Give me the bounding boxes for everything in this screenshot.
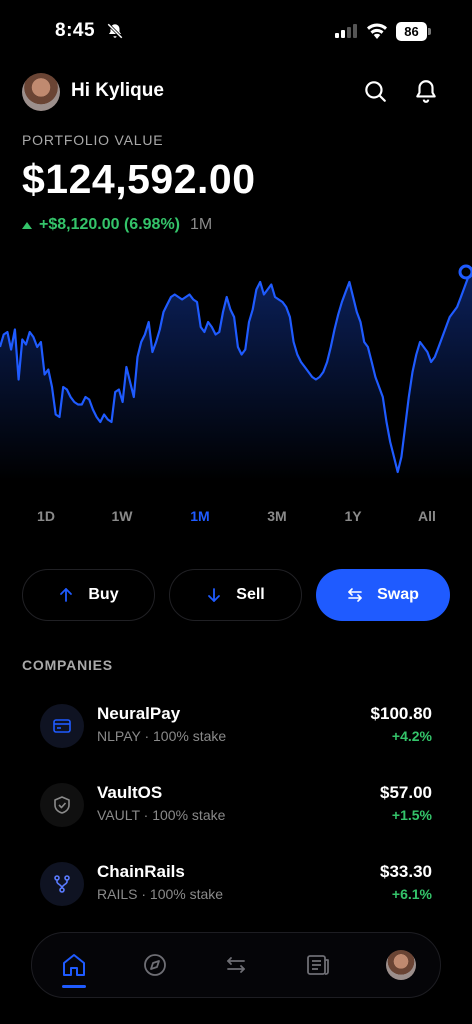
company-change: +6.1% — [391, 886, 432, 902]
company-price: $100.80 — [370, 704, 432, 723]
battery-icon: 86 — [396, 22, 432, 41]
range-tab-1w[interactable]: 1W — [112, 508, 133, 524]
chart-current-point — [458, 264, 472, 280]
portfolio-value: $124,592.00 — [22, 156, 256, 202]
home-icon — [63, 954, 85, 976]
portfolio-change: +$8,120.00 (6.98%) 1M — [22, 216, 212, 234]
sell-label: Sell — [236, 586, 265, 603]
company-row[interactable]: ChainRails RAILS · 100% stake $33.30 +6.… — [22, 858, 450, 918]
sell-button[interactable]: Sell — [169, 569, 302, 621]
swap-arrows-icon — [227, 957, 245, 973]
swap-button[interactable]: Swap — [316, 569, 450, 621]
company-change: +4.2% — [391, 728, 432, 744]
company-icon — [40, 704, 84, 748]
swap-arrows-icon — [348, 588, 362, 602]
nav-explore[interactable] — [141, 951, 169, 979]
avatar[interactable] — [22, 73, 60, 111]
company-ticker: NLPAY · 100% stake — [97, 728, 227, 744]
git-fork-icon — [54, 875, 70, 893]
company-ticker: VAULT · 100% stake — [97, 807, 226, 823]
buy-label: Buy — [88, 586, 119, 603]
greeting: Hi Kylique — [71, 80, 164, 101]
companies-heading: COMPANIES — [22, 657, 113, 673]
portfolio-period: 1M — [190, 216, 213, 233]
action-buttons: Buy Sell Swap — [22, 569, 450, 621]
range-tab-1d[interactable]: 1D — [37, 508, 55, 524]
search-icon[interactable] — [362, 78, 388, 104]
arrow-down-icon — [208, 588, 221, 602]
company-row[interactable]: VaultOS VAULT · 100% stake $57.00 +1.5% — [22, 779, 450, 839]
company-price: $33.30 — [380, 862, 432, 881]
nav-swap[interactable] — [222, 951, 250, 979]
shield-check-icon — [54, 796, 70, 814]
range-tab-1y[interactable]: 1Y — [344, 508, 361, 524]
nav-profile-avatar[interactable] — [386, 950, 416, 980]
header: Hi Kylique — [22, 70, 450, 114]
company-name: VaultOS — [97, 783, 163, 802]
bottom-nav — [31, 932, 441, 998]
compass-icon — [144, 954, 166, 976]
nav-active-indicator — [62, 985, 86, 988]
company-change: +1.5% — [391, 807, 432, 823]
nav-news[interactable] — [304, 951, 332, 979]
company-ticker: RAILS · 100% stake — [97, 886, 224, 902]
range-tab-1m[interactable]: 1M — [190, 508, 209, 524]
range-tab-all[interactable]: All — [418, 508, 436, 524]
status-time: 8:45 — [55, 20, 96, 41]
company-price: $57.00 — [380, 783, 432, 802]
news-icon — [307, 955, 329, 975]
card-icon — [53, 719, 71, 733]
portfolio-chart[interactable] — [0, 262, 472, 482]
company-row[interactable]: NeuralPay NLPAY · 100% stake $100.80 +4.… — [22, 700, 450, 760]
range-tabs: 1D 1W 1M 3M 1Y All — [0, 508, 472, 528]
company-icon — [40, 862, 84, 906]
bell-slash-icon — [107, 23, 123, 39]
portfolio-label: PORTFOLIO VALUE — [22, 132, 164, 148]
wifi-icon — [367, 23, 387, 39]
range-tab-3m[interactable]: 3M — [267, 508, 286, 524]
portfolio-change-amount: +$8,120.00 (6.98%) — [39, 216, 180, 233]
bell-icon[interactable] — [413, 78, 439, 104]
up-triangle-icon — [22, 221, 32, 229]
signal-icon — [335, 24, 357, 38]
arrow-up-icon — [60, 588, 73, 602]
nav-home[interactable] — [60, 951, 88, 979]
company-icon — [40, 783, 84, 827]
company-name: ChainRails — [97, 862, 185, 881]
status-bar: 8:45 86 — [0, 0, 472, 62]
swap-label: Swap — [377, 586, 419, 603]
battery-level: 86 — [396, 22, 427, 41]
company-name: NeuralPay — [97, 704, 181, 723]
buy-button[interactable]: Buy — [22, 569, 155, 621]
